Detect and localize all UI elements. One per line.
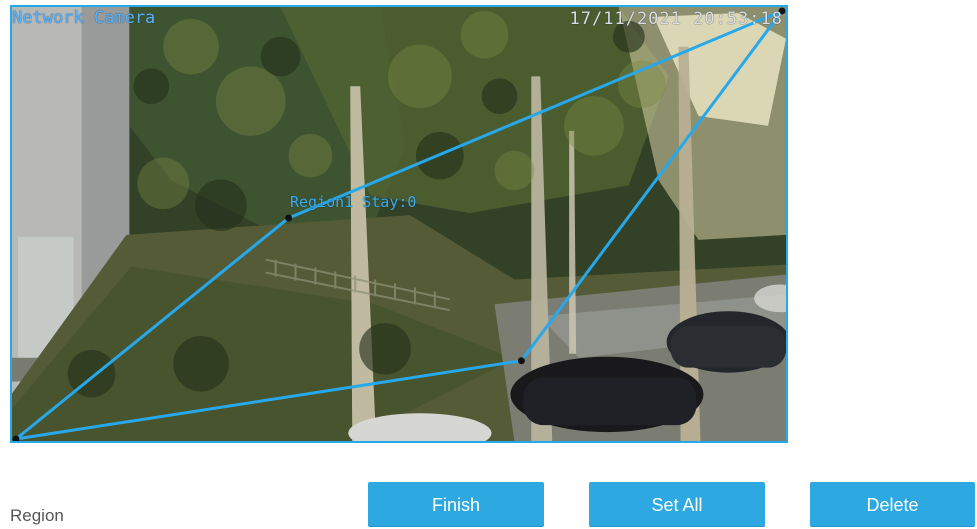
region-label: Region — [10, 506, 64, 525]
timestamp-overlay: 17/11/2021 20:53:18 — [569, 9, 783, 29]
region-stay-overlay: Region1 Stay:0 — [290, 193, 417, 211]
region-config-page: Network Camera 17/11/2021 20:53:18 Regio… — [0, 0, 977, 529]
region-vertex[interactable] — [285, 214, 293, 222]
region-vertex[interactable] — [517, 357, 525, 365]
finish-button[interactable]: Finish — [368, 482, 544, 527]
set-all-button[interactable]: Set All — [589, 482, 765, 527]
camera-scene — [12, 7, 786, 441]
delete-button[interactable]: Delete — [810, 482, 975, 527]
camera-name-overlay: Network Camera — [12, 8, 156, 28]
camera-live-view[interactable]: Network Camera 17/11/2021 20:53:18 Regio… — [10, 5, 788, 443]
